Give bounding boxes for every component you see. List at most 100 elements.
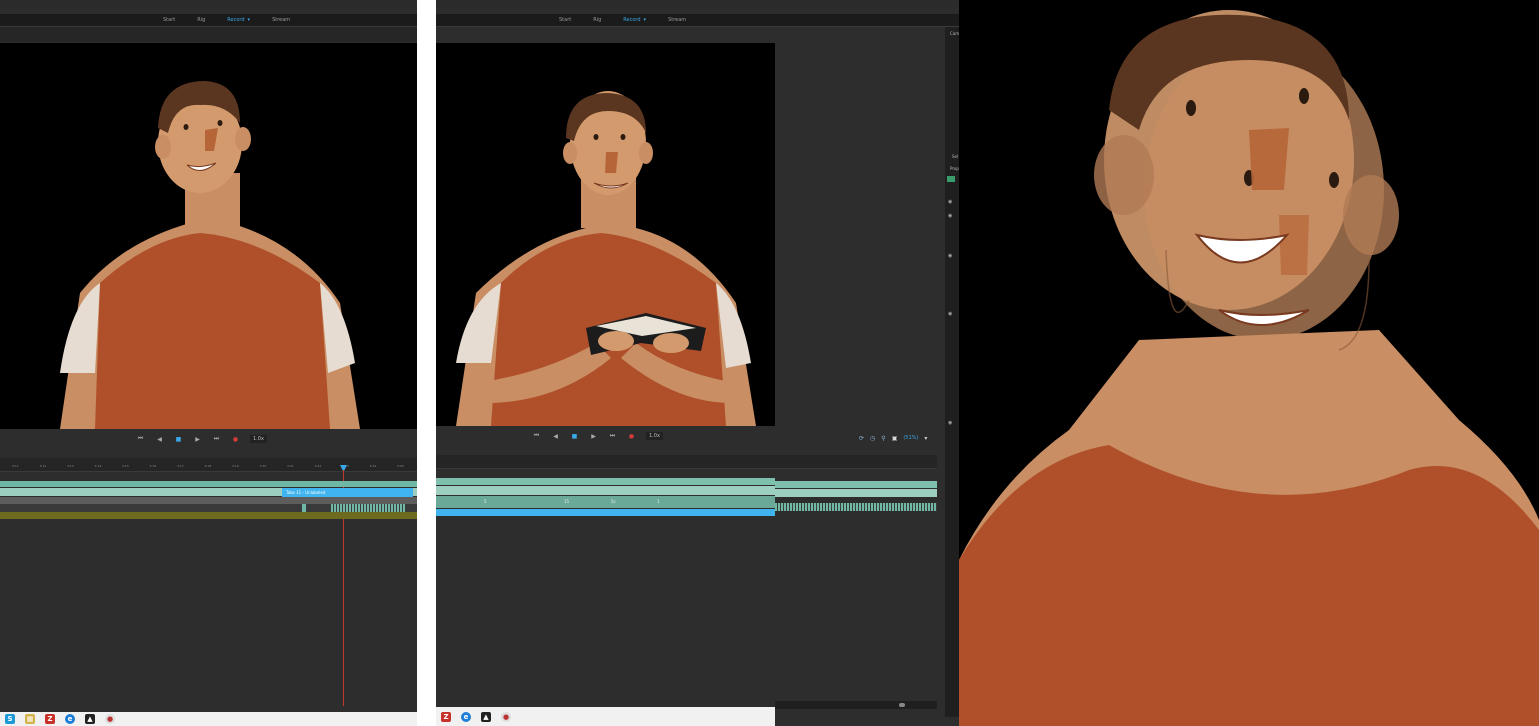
tab-record[interactable]: Record ▾: [216, 14, 261, 27]
edge-icon[interactable]: e: [65, 714, 75, 724]
transport-controls: ⏮ ◀ ■ ▶ ⏭ ● 1.0x: [532, 429, 663, 443]
track-teal-1[interactable]: [0, 481, 417, 487]
eye-icon[interactable]: ◉: [948, 311, 952, 317]
ruler-tick-label: 3:15: [122, 464, 129, 468]
play-icon[interactable]: ▶: [193, 435, 202, 444]
puppet-character-book: [456, 91, 756, 426]
take-clip[interactable]: Take 11 - Unlabeled: [282, 488, 413, 497]
step-back-icon[interactable]: ◀: [551, 432, 560, 441]
zoom-percentage[interactable]: (51%): [903, 435, 918, 442]
filezilla-icon[interactable]: Z: [45, 714, 55, 724]
sub-toolbar: [0, 27, 417, 42]
tab-rig[interactable]: Rig: [186, 14, 216, 27]
skip-end-icon[interactable]: ⏭: [212, 435, 221, 444]
skype-icon[interactable]: S: [5, 714, 15, 724]
timeline-scrollbar[interactable]: [775, 701, 937, 709]
record-icon[interactable]: ●: [231, 435, 240, 444]
title-strip: [436, 0, 959, 7]
stop-icon[interactable]: ■: [174, 435, 183, 444]
filezilla-icon[interactable]: Z: [441, 711, 451, 722]
timeline-ruler[interactable]: 3:11 3:12 3:13 3:14 3:15 3:16 3:17 3:18 3:19 3:20…: [0, 458, 417, 472]
tab-record[interactable]: Record ▾: [612, 14, 657, 27]
play-icon[interactable]: ▶: [589, 432, 598, 441]
ruler-tick-label: 3:14: [94, 464, 102, 468]
ruler-tick-label: 3:17: [177, 464, 184, 468]
step-back-icon[interactable]: ◀: [155, 435, 164, 444]
properties-header: Prop: [950, 166, 959, 171]
frame-icon[interactable]: ▣: [892, 435, 898, 442]
explorer-icon[interactable]: ▦: [25, 714, 35, 724]
stop-icon[interactable]: ■: [570, 432, 579, 441]
eye-icon[interactable]: ◉: [948, 253, 952, 259]
ruler-tick-label: 3:22: [314, 464, 322, 468]
eye-icon[interactable]: ◉: [948, 213, 952, 219]
track-mark: 5: [484, 499, 487, 504]
ruler-tick-label: 3:20: [259, 464, 267, 468]
ruler-tick-label: 3:21: [287, 464, 294, 468]
skip-start-icon[interactable]: ⏮: [532, 432, 541, 441]
track-waveform[interactable]: [0, 504, 417, 512]
track-mark: 5s: [611, 499, 616, 504]
scroll-thumb[interactable]: [899, 703, 905, 707]
ruler-tick-label: 3:24: [369, 464, 377, 468]
chevron-down-icon: ▾: [643, 17, 647, 23]
ruler-tick-label: 3:25: [397, 464, 404, 468]
refresh-icon[interactable]: ⟳: [859, 435, 864, 442]
tab-start[interactable]: Start: [548, 14, 582, 27]
waveform-segment: [331, 504, 405, 512]
track-teal-ext-2[interactable]: [775, 489, 937, 497]
tab-stream[interactable]: Stream: [657, 14, 697, 27]
tab-record-label: Record: [227, 17, 245, 23]
taskbar-left: S ▦ Z e ▲ ●: [0, 712, 417, 726]
timeline-ruler[interactable]: [436, 455, 775, 469]
track-teal-ext[interactable]: [775, 481, 937, 488]
track-teal-1[interactable]: [436, 478, 775, 485]
skip-start-icon[interactable]: ⏮: [136, 435, 145, 444]
camera-header: Cam: [950, 31, 960, 36]
zoom-dropdown-icon[interactable]: ▾: [924, 435, 927, 442]
left-app-window: Start Rig Record ▾ Stream ⏮ ◀ ■ ▶ ⏭ ● 1.…: [0, 0, 417, 726]
track-waveform-ext[interactable]: [775, 503, 937, 511]
mode-tabs: Start Rig Record ▾ Stream: [548, 14, 697, 27]
app-icon[interactable]: ●: [105, 714, 115, 724]
eye-icon[interactable]: ◉: [948, 420, 952, 426]
track-marks[interactable]: 5 15 5s 1: [436, 496, 775, 508]
record-icon[interactable]: ●: [627, 432, 636, 441]
track-mark: 1: [657, 499, 660, 504]
ruler-tick-label: 3:13: [67, 464, 74, 468]
top-menu-bar: Start Rig Record ▾ Stream: [0, 14, 417, 27]
photos-icon[interactable]: ▲: [481, 711, 491, 722]
eye-icon[interactable]: ◉: [948, 199, 952, 205]
edge-icon[interactable]: e: [461, 711, 471, 722]
track-mark: 15: [564, 499, 570, 504]
history-icon[interactable]: ◷: [870, 435, 875, 442]
properties-sidebar: Cam Sel Prop ◉ ◉ ◉ ◉ ◉: [945, 27, 959, 717]
track-teal-2[interactable]: [436, 486, 775, 495]
zoomed-face-view: [959, 0, 1539, 726]
waveform-segment: [302, 504, 306, 512]
panel-extension: ⟳ ◷ ⚲ ▣ (51%) ▾: [775, 27, 959, 717]
chevron-down-icon: ▾: [247, 17, 251, 23]
scene-viewport[interactable]: [436, 43, 775, 426]
ruler-tick-label: 3:11: [12, 464, 19, 468]
add-button[interactable]: [947, 176, 955, 182]
tab-start[interactable]: Start: [152, 14, 186, 27]
ruler-tick-label: 3:19: [232, 464, 239, 468]
zoom-icon[interactable]: ⚲: [881, 435, 885, 442]
selection-header: Sel: [952, 154, 959, 159]
skip-end-icon[interactable]: ⏭: [608, 432, 617, 441]
photos-icon[interactable]: ▲: [85, 714, 95, 724]
playback-rate[interactable]: 1.0x: [646, 432, 663, 440]
top-menu-bar: Start Rig Record ▾ Stream: [436, 14, 959, 27]
tab-rig[interactable]: Rig: [582, 14, 612, 27]
mode-tabs: Start Rig Record ▾ Stream: [152, 14, 301, 27]
scene-viewport[interactable]: [0, 43, 417, 429]
track-olive[interactable]: [0, 512, 417, 519]
tab-stream[interactable]: Stream: [261, 14, 301, 27]
timeline-ruler-ext[interactable]: [775, 455, 937, 469]
track-selected[interactable]: [436, 509, 775, 516]
track-dark[interactable]: [0, 497, 417, 504]
app-icon[interactable]: ●: [501, 711, 511, 722]
playback-rate[interactable]: 1.0x: [250, 435, 267, 443]
title-strip: [0, 0, 417, 7]
